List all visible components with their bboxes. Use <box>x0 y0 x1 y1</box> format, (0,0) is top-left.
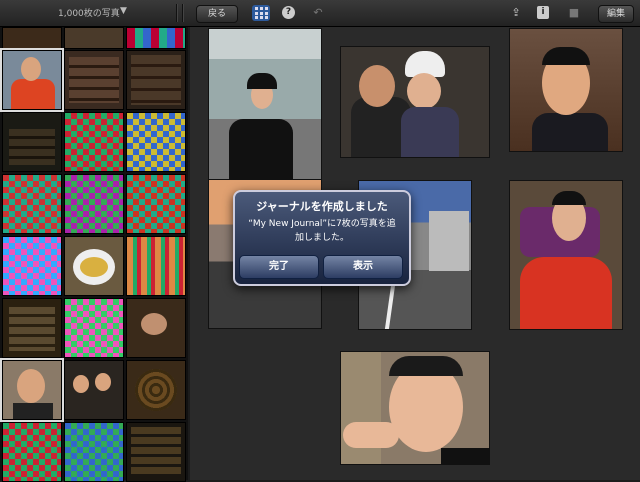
thumbnail[interactable] <box>64 422 124 482</box>
alert-message: “My New Journal”に7枚の写真を追加しました。 <box>248 219 396 243</box>
thumbnail[interactable] <box>2 174 62 234</box>
thumbnail[interactable] <box>2 422 62 482</box>
journal-photo[interactable] <box>509 180 623 330</box>
show-button[interactable]: 表示 <box>323 255 403 279</box>
thumbnail[interactable] <box>126 236 186 296</box>
thumbnail[interactable] <box>64 112 124 172</box>
thumbnail[interactable] <box>64 236 124 296</box>
thumbnail[interactable] <box>64 27 124 49</box>
journal-photo[interactable] <box>208 28 322 180</box>
chevron-down-icon[interactable]: ▼ <box>120 6 127 16</box>
thumbnail[interactable] <box>126 298 186 358</box>
thumbnail[interactable] <box>64 50 124 110</box>
back-button[interactable]: 戻る <box>196 5 238 23</box>
help-icon[interactable]: ? <box>282 6 295 19</box>
thumbnail[interactable] <box>126 50 186 110</box>
undo-icon[interactable]: ↶ <box>310 5 326 21</box>
alert-title: ジャーナルを作成しました <box>256 200 388 213</box>
thumbnail[interactable] <box>126 360 186 420</box>
journal-photo[interactable] <box>509 28 623 152</box>
thumbnail[interactable] <box>64 298 124 358</box>
thumbnail[interactable] <box>126 422 186 482</box>
thumbnail[interactable] <box>126 27 186 49</box>
thumbnail[interactable] <box>64 360 124 420</box>
info-icon[interactable]: i <box>537 6 549 19</box>
thumbnail[interactable] <box>2 112 62 172</box>
divider <box>182 4 184 22</box>
thumbnail[interactable] <box>64 174 124 234</box>
toolbar: 1,000枚の写真 ▼ 戻る ? ↶ ⇪ i ■ 編集 <box>0 0 640 27</box>
photo-count-label[interactable]: 1,000枚の写真 <box>58 6 120 19</box>
journal-created-alert: ジャーナルを作成しました “My New Journal”に7枚の写真を追加しま… <box>233 190 411 286</box>
done-button[interactable]: 完了 <box>239 255 319 279</box>
thumbnail[interactable] <box>2 27 62 49</box>
thumbnail[interactable] <box>0 48 64 112</box>
thumbnail[interactable] <box>2 298 62 358</box>
grid-icon[interactable] <box>252 5 270 21</box>
share-icon[interactable]: ⇪ <box>508 5 524 21</box>
thumbnail[interactable] <box>2 236 62 296</box>
camera-icon[interactable]: ■ <box>566 5 582 21</box>
thumbnail[interactable] <box>126 112 186 172</box>
thumbnail[interactable] <box>0 358 64 422</box>
divider <box>176 4 178 22</box>
journal-photo[interactable] <box>340 46 490 158</box>
thumbnail[interactable] <box>126 174 186 234</box>
journal-photo[interactable] <box>340 351 490 465</box>
thumbnail-sidebar[interactable] <box>0 27 188 482</box>
edit-button[interactable]: 編集 <box>598 5 634 23</box>
